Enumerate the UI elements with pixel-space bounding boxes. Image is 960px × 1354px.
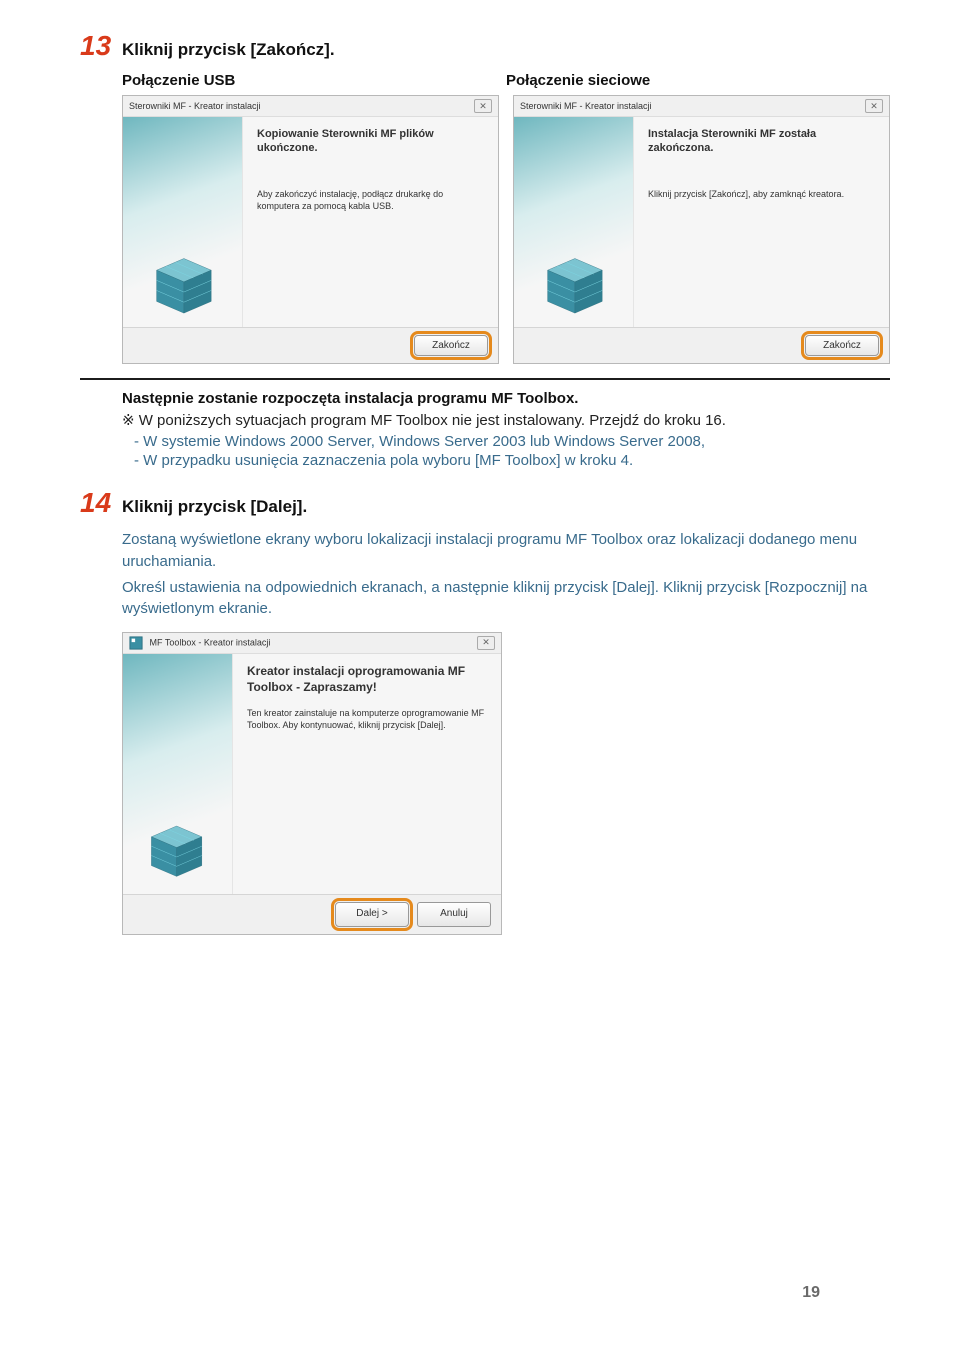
- cube-icon: [532, 239, 610, 317]
- dialog-text: Aby zakończyć instalację, podłącz drukar…: [257, 188, 484, 212]
- dialog-sidebar-graphic: [123, 117, 243, 327]
- divider: [80, 378, 890, 380]
- close-icon[interactable]: ✕: [865, 99, 883, 113]
- cancel-button[interactable]: Anuluj: [417, 902, 491, 927]
- dialog-heading: Instalacja Sterowniki MF została zakończ…: [648, 127, 875, 156]
- cube-icon: [141, 239, 219, 317]
- close-icon[interactable]: ✕: [477, 636, 495, 650]
- app-icon: [129, 636, 143, 650]
- dialog-network: Sterowniki MF - Kreator instalacji ✕: [513, 95, 890, 364]
- note-bullet: - W przypadku usunięcia zaznaczenia pola…: [134, 452, 890, 469]
- next-button[interactable]: Dalej >: [335, 902, 409, 927]
- step14-title: Kliknij przycisk [Dalej].: [122, 497, 307, 517]
- network-heading: Połączenie sieciowe: [506, 72, 890, 89]
- cube-icon: [137, 808, 209, 880]
- step-number: 14: [80, 487, 122, 519]
- close-icon[interactable]: ✕: [474, 99, 492, 113]
- dialog-title: MF Toolbox - Kreator instalacji: [150, 637, 271, 647]
- dialog-heading: Kopiowanie Sterowniki MF plików ukończon…: [257, 127, 484, 156]
- step13-title: Kliknij przycisk [Zakończ].: [122, 40, 335, 60]
- usb-heading: Połączenie USB: [122, 72, 506, 89]
- dialog-toolbox: MF Toolbox - Kreator instalacji ✕: [122, 632, 502, 935]
- note-sub: ※ W poniższych sytuacjach program MF Too…: [122, 411, 890, 429]
- dialog-text: Ten kreator zainstaluje na komputerze op…: [247, 707, 487, 731]
- note-bullet: - W systemie Windows 2000 Server, Window…: [134, 433, 890, 450]
- dialog-title: Sterowniki MF - Kreator instalacji: [520, 101, 652, 111]
- dialog-title: Sterowniki MF - Kreator instalacji: [129, 101, 261, 111]
- dialog-sidebar-graphic: [123, 654, 233, 894]
- finish-button[interactable]: Zakończ: [805, 335, 879, 356]
- finish-button[interactable]: Zakończ: [414, 335, 488, 356]
- step14-para2: Określ ustawienia na odpowiednich ekrana…: [122, 577, 890, 621]
- step14-para1: Zostaną wyświetlone ekrany wyboru lokali…: [122, 529, 890, 573]
- page-number: 19: [802, 1284, 820, 1302]
- step-number: 13: [80, 30, 122, 62]
- dialog-text: Kliknij przycisk [Zakończ], aby zamknąć …: [648, 188, 875, 200]
- dialog-sidebar-graphic: [514, 117, 634, 327]
- dialog-usb: Sterowniki MF - Kreator instalacji ✕: [122, 95, 499, 364]
- note-main: Następnie zostanie rozpoczęta instalacja…: [122, 390, 890, 407]
- dialog-heading: Kreator instalacji oprogramowania MF Too…: [247, 664, 487, 695]
